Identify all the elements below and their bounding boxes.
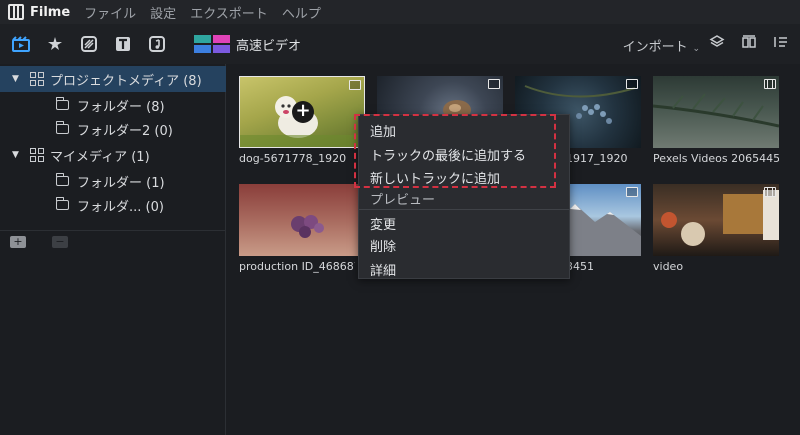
video-type-icon [764, 79, 776, 89]
media-label: 1917_1920 [566, 152, 628, 165]
layout-icon[interactable] [740, 34, 758, 54]
sidebar-divider [0, 230, 226, 231]
folder-icon [56, 197, 69, 210]
media-thumb-dog[interactable]: + [239, 76, 365, 148]
tree-my-folder[interactable]: フォルダー (1) [0, 168, 226, 194]
tree-my-media-label: マイメディア (1) [50, 149, 150, 165]
tree-folder-2[interactable]: フォルダー2 (0) [0, 116, 226, 142]
highlight-box [354, 114, 556, 188]
speed-video-button[interactable]: 高速ビデオ [194, 35, 301, 54]
menu-export[interactable]: エクスポート [190, 3, 268, 22]
menu-item-preview[interactable]: プレビュー [370, 189, 435, 208]
media-label: Pexels Videos 2065445 [653, 152, 779, 165]
image-type-icon [626, 79, 638, 89]
media-thumb-4[interactable] [653, 76, 779, 148]
tree-my-folder-2[interactable]: フォルダ... (0) [0, 192, 226, 218]
menu-item-change[interactable]: 変更 [370, 214, 396, 233]
media-label: 3451 [566, 260, 594, 273]
add-plus-icon[interactable]: + [292, 101, 314, 123]
list-icon[interactable] [772, 34, 790, 54]
menu-bar: Filme ファイル 設定 エクスポート ヘルプ [0, 0, 800, 24]
media-icon[interactable] [8, 31, 34, 57]
app-name: Filme [30, 4, 71, 20]
new-folder-icon[interactable]: + [10, 236, 26, 248]
tree-my-media[interactable]: ▼ マイメディア (1) [0, 142, 226, 168]
cooking-photo [661, 190, 779, 246]
folder-icon [56, 97, 69, 110]
grid-icon [30, 72, 44, 86]
menu-settings[interactable]: 設定 [150, 3, 176, 22]
tree-folder-label: フォルダー2 (0) [77, 123, 173, 139]
media-thumb-8[interactable] [653, 184, 779, 256]
import-label: インポート [622, 40, 688, 55]
tree-folder-label: フォルダー (1) [77, 175, 165, 191]
menu-file[interactable]: ファイル [84, 3, 136, 22]
import-dropdown[interactable]: インポート ⌄ [623, 36, 700, 55]
chevron-down-icon: ⌄ [689, 44, 700, 54]
tree-folder[interactable]: フォルダー (8) [0, 92, 226, 118]
media-thumb-5[interactable] [239, 184, 365, 256]
caret-down-icon[interactable]: ▼ [12, 150, 24, 160]
media-label: video [653, 260, 684, 273]
image-type-icon [488, 79, 500, 89]
toolbar: 高速ビデオ インポート ⌄ [0, 24, 800, 64]
text-icon[interactable] [110, 31, 136, 57]
tree-project-media-label: プロジェクトメディア (8) [50, 73, 202, 89]
media-label: production ID_4686879 [239, 260, 355, 273]
speed-video-label: 高速ビデオ [236, 38, 302, 54]
caret-down-icon[interactable]: ▼ [12, 74, 24, 84]
image-type-icon [349, 80, 361, 90]
media-label: dog-5671778_1920 [239, 152, 347, 165]
music-icon[interactable] [144, 31, 170, 57]
layers-icon[interactable] [708, 34, 726, 54]
tree-project-media[interactable]: ▼ プロジェクトメディア (8) [0, 66, 226, 92]
pine-branch-photo [653, 93, 779, 128]
transition-icon[interactable] [76, 31, 102, 57]
grid-icon [30, 148, 44, 162]
video-type-icon [764, 187, 776, 197]
menu-separator [359, 209, 569, 210]
image-type-icon [626, 187, 638, 197]
tree-folder-label: フォルダー (8) [77, 99, 165, 115]
folder-icon [56, 173, 69, 186]
film-logo-icon [8, 4, 24, 20]
effects-icon[interactable] [42, 31, 68, 57]
menu-help[interactable]: ヘルプ [282, 3, 321, 22]
tree-folder-label: フォルダ... (0) [77, 199, 164, 215]
media-sidebar: ▼ プロジェクトメディア (8) フォルダー (8) フォルダー2 (0) ▼ … [0, 64, 226, 435]
app-logo: Filme [8, 4, 70, 20]
speed-video-icon [194, 35, 230, 53]
menu-item-delete[interactable]: 削除 [370, 236, 396, 255]
flowers-photo [291, 215, 324, 238]
menu-item-details[interactable]: 詳細 [370, 260, 396, 279]
delete-folder-icon[interactable]: − [52, 236, 68, 248]
folder-icon [56, 121, 69, 134]
